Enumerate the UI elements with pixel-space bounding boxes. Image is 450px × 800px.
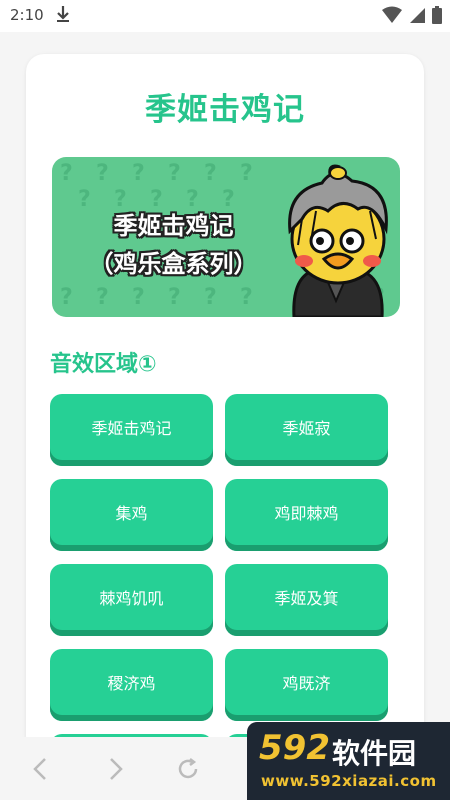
question-mark-pattern: ? (132, 285, 145, 310)
question-mark-pattern: ? (96, 285, 109, 310)
banner-line-2: （鸡乐盒系列） (89, 250, 258, 278)
sound-button[interactable]: 鸡既济 (225, 649, 388, 721)
question-mark-pattern: ? (60, 161, 73, 186)
question-mark-pattern: ? (60, 285, 73, 310)
question-mark-pattern: ? (204, 161, 217, 186)
wifi-icon (382, 6, 402, 24)
battery-icon (432, 6, 442, 24)
sound-button[interactable]: 集鸡 (50, 479, 213, 551)
sound-button[interactable]: 季姬寂 (225, 394, 388, 466)
watermark-number: 592 (259, 728, 330, 768)
chick-mascot-illustration (288, 164, 388, 317)
section-title: 音效区域① (50, 352, 157, 377)
download-icon (56, 5, 70, 23)
question-mark-pattern: ? (132, 161, 145, 186)
question-mark-pattern: ? (204, 285, 217, 310)
signal-icon (408, 6, 426, 24)
page-title: 季姬击鸡记 (145, 92, 305, 128)
watermark-url: www.592xiazai.com (261, 772, 437, 790)
sound-button[interactable]: 鸡即棘鸡 (225, 479, 388, 551)
sound-button[interactable]: 稷济鸡 (50, 649, 213, 721)
back-icon[interactable] (32, 757, 48, 788)
banner-title: 季姬击鸡记 （鸡乐盒系列） (66, 207, 281, 283)
watermark-logo: 592 软件园 www.592xiazai.com (247, 722, 450, 800)
question-mark-pattern: ? (240, 161, 253, 186)
banner-image: ? ? ? ? ? ? ? ? ? ? ? ? ? ? ? ? ? ? 季姬击鸡… (52, 157, 400, 317)
watermark-name: 软件园 (332, 737, 417, 770)
sound-button[interactable]: 棘鸡饥叽 (50, 564, 213, 636)
main-card: 季姬击鸡记 ? ? ? ? ? ? ? ? ? ? ? ? ? ? ? ? ? … (26, 54, 424, 754)
question-mark-pattern: ? (168, 161, 181, 186)
status-time: 2:10 (10, 6, 44, 24)
question-mark-pattern: ? (240, 285, 253, 310)
status-bar: 2:10 (0, 0, 450, 32)
sound-button[interactable]: 季姬击鸡记 (50, 394, 213, 466)
question-mark-pattern: ? (168, 285, 181, 310)
forward-icon[interactable] (108, 757, 124, 788)
banner-line-1: 季姬击鸡记 (113, 212, 234, 240)
question-mark-pattern: ? (96, 161, 109, 186)
sound-button[interactable]: 季姬及箕 (225, 564, 388, 636)
refresh-icon[interactable] (176, 757, 200, 788)
